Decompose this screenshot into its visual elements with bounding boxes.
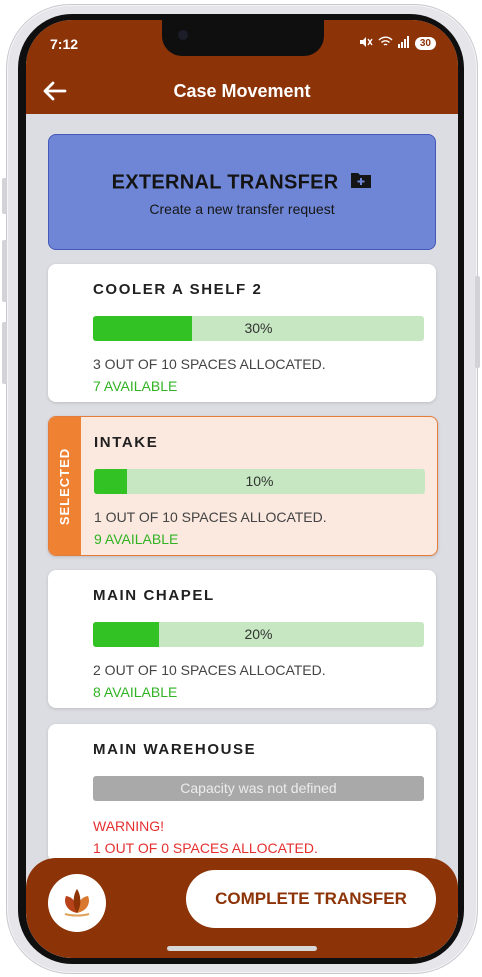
wifi-icon xyxy=(378,36,393,51)
available-text: 8 AVAILABLE xyxy=(93,684,178,700)
allocated-text: 2 OUT OF 10 SPACES ALLOCATED. xyxy=(93,662,326,678)
home-indicator[interactable] xyxy=(167,946,317,951)
camera-notch xyxy=(162,20,324,56)
logo-button[interactable] xyxy=(48,874,106,932)
external-transfer-title: EXTERNAL TRANSFER xyxy=(111,171,339,194)
app-screen: 7:12 30 Case Movement EXTERNAL TRANSFER … xyxy=(26,20,458,958)
folder-add-icon xyxy=(350,171,372,195)
status-time: 7:12 xyxy=(50,36,79,52)
capacity-percent-label: 30% xyxy=(244,320,273,336)
capacity-progress-bar: 30% xyxy=(93,316,424,341)
allocated-text: 3 OUT OF 10 SPACES ALLOCATED. xyxy=(93,356,326,372)
allocated-text: 1 OUT OF 10 SPACES ALLOCATED. xyxy=(94,509,327,525)
selected-badge-label: SELECTED xyxy=(57,447,73,525)
location-name: MAIN CHAPEL xyxy=(93,587,215,604)
external-transfer-heading: EXTERNAL TRANSFER xyxy=(49,171,435,195)
front-camera-icon xyxy=(178,30,188,40)
status-bar: 7:12 30 xyxy=(26,20,458,70)
battery-badge: 30 xyxy=(414,37,436,50)
external-transfer-card[interactable]: EXTERNAL TRANSFER Create a new transfer … xyxy=(48,134,436,250)
capacity-percent-label: 20% xyxy=(244,626,273,642)
volume-up-button xyxy=(2,240,7,302)
capacity-progress-bar: 20% xyxy=(93,622,424,647)
main-content: EXTERNAL TRANSFER Create a new transfer … xyxy=(26,114,458,958)
capacity-undefined-label: Capacity was not defined xyxy=(180,780,337,796)
location-name: COOLER A SHELF 2 xyxy=(93,281,263,298)
status-icons: 30 xyxy=(359,36,436,51)
mute-icon xyxy=(359,36,373,51)
available-text: 7 AVAILABLE xyxy=(93,378,178,394)
location-card-intake[interactable]: SELECTED INTAKE 10% 1 OUT OF 10 SPACES A… xyxy=(48,416,438,556)
page-title: Case Movement xyxy=(173,81,311,101)
volume-down-button xyxy=(2,322,7,384)
signal-icon xyxy=(397,36,410,51)
capacity-progress-bar: 10% xyxy=(94,469,425,494)
location-card-main-warehouse[interactable]: MAIN WAREHOUSE Capacity was not defined … xyxy=(48,724,436,862)
complete-transfer-button[interactable]: COMPLETE TRANSFER xyxy=(186,870,436,928)
app-bar: Case Movement xyxy=(26,70,458,114)
capacity-undefined-bar: Capacity was not defined xyxy=(93,776,424,801)
selected-badge: SELECTED xyxy=(49,417,81,555)
warning-label: WARNING! xyxy=(93,818,165,834)
location-name: INTAKE xyxy=(94,434,159,451)
capacity-percent-label: 10% xyxy=(245,473,274,489)
bottom-action-bar: COMPLETE TRANSFER xyxy=(26,858,458,958)
location-card-main-chapel[interactable]: MAIN CHAPEL 20% 2 OUT OF 10 SPACES ALLOC… xyxy=(48,570,436,708)
location-name: MAIN WAREHOUSE xyxy=(93,741,257,758)
location-card-cooler-a-shelf-2[interactable]: COOLER A SHELF 2 30% 3 OUT OF 10 SPACES … xyxy=(48,264,436,402)
power-button xyxy=(475,276,480,368)
available-text: 9 AVAILABLE xyxy=(94,531,179,547)
allocated-text: 1 OUT OF 0 SPACES ALLOCATED. xyxy=(93,840,318,856)
external-transfer-subtitle: Create a new transfer request xyxy=(149,201,335,217)
silent-switch xyxy=(2,178,7,214)
leaf-logo-icon xyxy=(64,889,90,917)
